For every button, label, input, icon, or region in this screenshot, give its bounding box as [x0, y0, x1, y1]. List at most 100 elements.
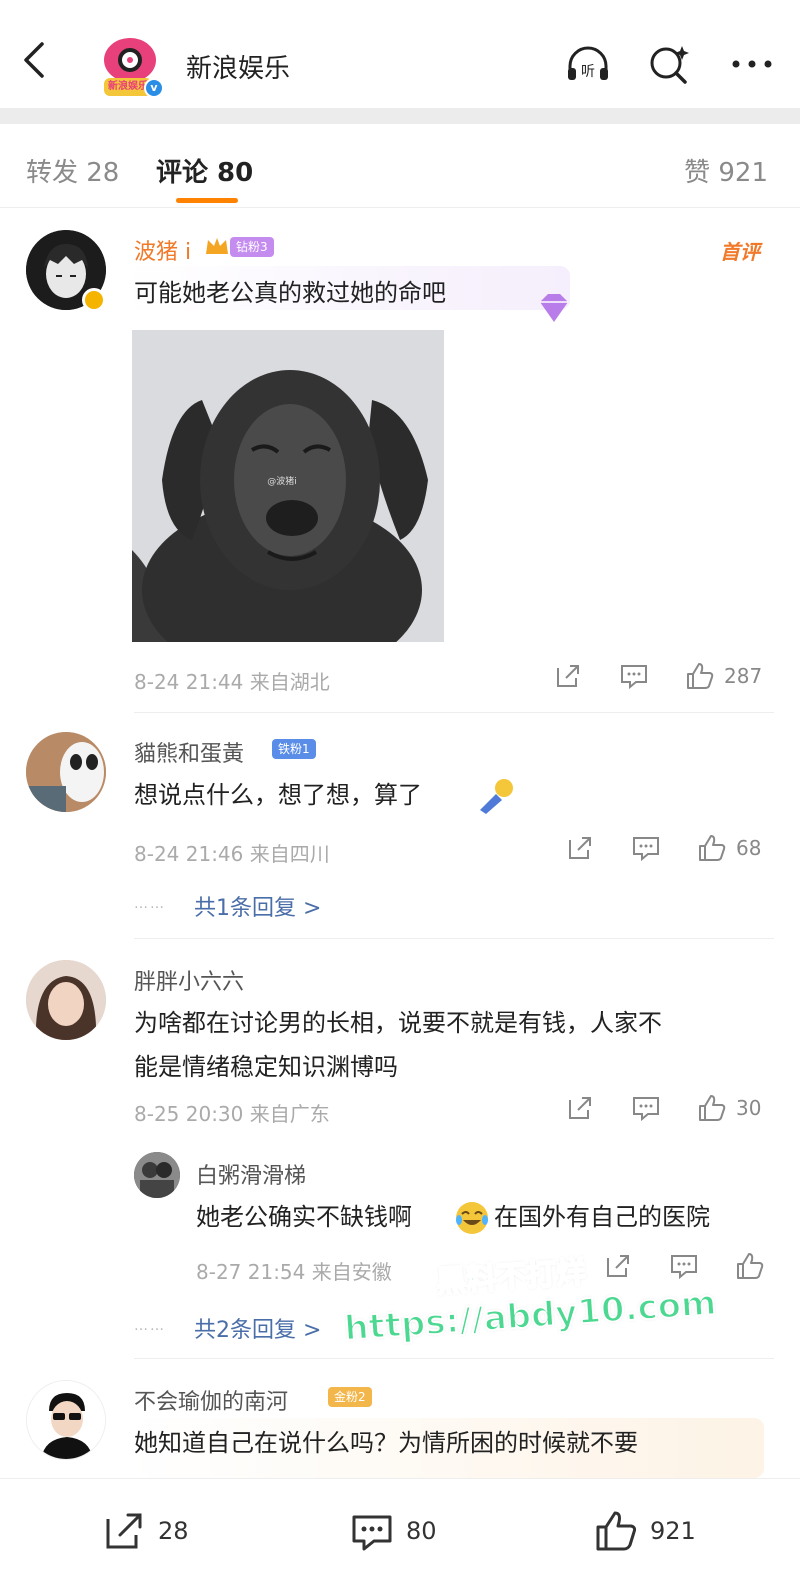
fan-badge[interactable]: 金粉2 — [328, 1387, 372, 1407]
avatar-cartoon-icon — [27, 1381, 105, 1459]
share-icon — [557, 665, 579, 687]
tab-comment[interactable]: 评论 80 — [156, 152, 253, 189]
comment-count: 80 — [406, 1517, 437, 1545]
comment-icon — [621, 665, 647, 690]
comment-text: 能是情绪稳定知识渊博吗 — [134, 1053, 398, 1081]
reply-button[interactable] — [630, 832, 662, 864]
reply-text: 在国外有自己的医院 — [494, 1203, 710, 1231]
comment-text: 为啥都在讨论男的长相，说要不就是有钱，人家不 — [134, 1009, 662, 1037]
divider — [134, 712, 774, 713]
tab-like[interactable]: 赞 921 — [684, 152, 768, 189]
comment-text: 想说点什么，想了想，算了 — [134, 781, 422, 809]
thumbs-up-icon — [699, 1095, 726, 1121]
view-replies-link[interactable]: 共2条回复 > — [194, 1312, 321, 1344]
verified-badge-icon: v — [144, 78, 164, 98]
comment-text: 她知道自己在说什么吗？为情所困的时候就不要 — [134, 1429, 638, 1457]
fan-badge[interactable]: 铁粉1 — [272, 739, 316, 759]
comment-icon — [352, 1515, 392, 1551]
listen-button[interactable]: 听 — [564, 42, 612, 86]
listen-label: 听 — [581, 64, 595, 80]
view-replies-link[interactable]: 共1条回复 > — [194, 890, 321, 922]
comment-item: 不会瑜伽的南河 金粉2 她知道自己在说什么吗？为情所困的时候就不要 — [0, 1360, 800, 1478]
bottom-action-bar: 28 80 921 — [0, 1478, 800, 1582]
comment-actions: 30 — [564, 1092, 761, 1124]
reply-button[interactable] — [668, 1250, 700, 1282]
reply-actions — [602, 1250, 766, 1282]
comment-item: 波猪 i 钻粉3 首评 可能她老公真的救过她的命吧 @波猪i 8-24 21:4… — [0, 208, 800, 714]
first-comment-tag: 首评 — [720, 240, 760, 264]
like-count: 287 — [724, 664, 763, 688]
active-tab-indicator — [176, 198, 238, 203]
back-button[interactable] — [14, 38, 54, 82]
comment-username[interactable]: 波猪 i — [134, 234, 191, 266]
comment-actions: 287 — [552, 660, 762, 692]
search-button[interactable] — [646, 42, 694, 86]
like-count: 30 — [736, 1096, 762, 1120]
like-button[interactable]: 287 — [684, 660, 762, 692]
image-watermark: @波猪i — [267, 475, 297, 487]
reply-meta: 8-27 21:54 来自安徽 — [196, 1260, 392, 1284]
back-icon — [24, 42, 44, 78]
account-avatar-logo[interactable]: 新浪娱乐 v — [96, 34, 164, 98]
like-button[interactable]: 30 — [696, 1092, 761, 1124]
comment-actions: 68 — [564, 832, 761, 864]
avatar[interactable] — [26, 960, 106, 1040]
like-button[interactable]: 921 — [592, 1507, 696, 1555]
reply-button[interactable] — [618, 660, 650, 692]
comment-username[interactable]: 胖胖小六六 — [134, 964, 244, 996]
laugh-cry-emoji-icon — [454, 1200, 490, 1236]
thumbs-up-icon — [699, 835, 726, 861]
share-icon — [569, 837, 591, 859]
share-button[interactable] — [552, 660, 584, 692]
reply-username[interactable]: 白粥滑滑梯 — [196, 1158, 306, 1190]
share-icon — [607, 1255, 629, 1277]
comment-username[interactable]: 貓熊和蛋黃 — [134, 736, 244, 768]
comment-meta: 8-24 21:46 来自四川 — [134, 842, 330, 866]
tab-bar: 转发 28 评论 80 赞 921 — [0, 124, 800, 208]
comment-meta: 8-25 20:30 来自广东 — [134, 1102, 330, 1126]
share-button[interactable] — [602, 1250, 634, 1282]
reply-leader: …… — [134, 896, 166, 912]
divider — [134, 1358, 774, 1359]
verified-badge-icon — [82, 288, 106, 312]
top-actions: 听 — [564, 42, 776, 86]
tab-repost[interactable]: 转发 28 — [26, 152, 119, 189]
thumbs-up-icon — [737, 1253, 764, 1279]
like-button[interactable] — [734, 1250, 766, 1282]
repost-icon — [106, 1513, 142, 1549]
search-sparkle-icon — [650, 46, 689, 84]
comment-text: 可能她老公真的救过她的命吧 — [134, 279, 446, 307]
comment-image[interactable]: @波猪i — [132, 330, 444, 642]
reply-text: 她老公确实不缺钱啊 — [196, 1203, 412, 1231]
comment-username[interactable]: 不会瑜伽的南河 — [134, 1384, 288, 1416]
like-count: 68 — [736, 836, 762, 860]
account-name[interactable]: 新浪娱乐 — [186, 48, 290, 85]
comment-icon — [671, 1255, 697, 1280]
share-button[interactable] — [564, 832, 596, 864]
logo-eye-icon — [118, 48, 142, 72]
fan-badge[interactable]: 钻粉3 — [230, 237, 274, 257]
avatar[interactable] — [26, 732, 106, 812]
more-button[interactable] — [728, 42, 776, 86]
like-button[interactable]: 68 — [696, 832, 761, 864]
emoji-icon — [476, 776, 516, 816]
more-icon — [732, 60, 772, 68]
divider — [134, 938, 774, 939]
thumbs-up-icon — [596, 1511, 637, 1551]
share-button[interactable] — [564, 1092, 596, 1124]
comment-meta: 8-24 21:44 来自湖北 — [134, 670, 330, 694]
listen-icon: 听 — [568, 46, 608, 80]
reply-leader: …… — [134, 1318, 166, 1334]
avatar-portrait-icon — [26, 960, 106, 1040]
reply-avatar[interactable] — [134, 1152, 180, 1198]
avatar-photo-icon — [134, 1152, 180, 1198]
reply-button[interactable] — [630, 1092, 662, 1124]
share-icon — [569, 1097, 591, 1119]
crown-icon — [204, 234, 230, 258]
thumbs-up-icon — [687, 663, 714, 689]
top-bar: 新浪娱乐 v 新浪娱乐 听 — [0, 0, 800, 108]
comment-button[interactable]: 80 — [348, 1507, 437, 1555]
comment-icon — [633, 837, 659, 862]
avatar[interactable] — [26, 1380, 106, 1460]
repost-button[interactable]: 28 — [100, 1507, 189, 1555]
